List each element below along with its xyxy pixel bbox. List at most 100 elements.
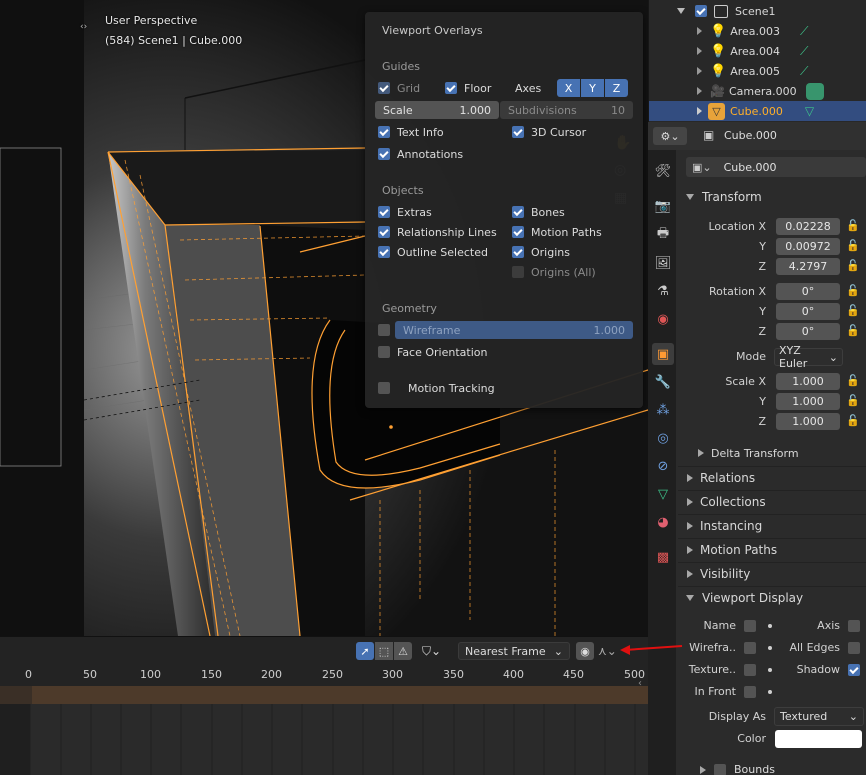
collapse-arrows-icon[interactable]: ‹›: [80, 22, 87, 32]
motion-paths-checkbox[interactable]: [512, 226, 524, 238]
render-tab-icon[interactable]: 📷: [652, 195, 674, 217]
viewport-display-panel-header[interactable]: Viewport Display: [678, 586, 866, 608]
axis-x-button[interactable]: X: [557, 79, 580, 97]
lock-icon[interactable]: 🔓: [846, 394, 860, 407]
light-data-icon[interactable]: ⟋: [800, 24, 808, 39]
keyframe-dot-icon[interactable]: [768, 668, 772, 672]
rotation-z-field[interactable]: 0°: [776, 323, 840, 340]
grid-toggle[interactable]: Grid: [378, 79, 420, 97]
outline-selected-checkbox[interactable]: [378, 246, 390, 258]
annotations-checkbox[interactable]: [378, 148, 390, 160]
lock-icon[interactable]: 🔓: [846, 239, 860, 252]
modifier-tab-icon[interactable]: 🔧: [652, 371, 674, 393]
texture-space-checkbox[interactable]: [744, 664, 756, 676]
particles-tab-icon[interactable]: ⁂: [652, 399, 674, 421]
color-swatch[interactable]: [775, 730, 862, 748]
rotation-y-field[interactable]: 0°: [776, 303, 840, 320]
bounds-checkbox[interactable]: [714, 763, 726, 775]
motion-paths-panel-header[interactable]: Motion Paths: [678, 538, 866, 560]
location-y-field[interactable]: 0.00972: [776, 238, 840, 255]
data-tab-icon[interactable]: ▽: [652, 483, 674, 505]
origins-checkbox[interactable]: [512, 246, 524, 258]
location-x-field[interactable]: 0.02228: [776, 218, 840, 235]
floor-toggle[interactable]: Floor: [445, 79, 491, 97]
scale-field[interactable]: Scale 1.000: [375, 101, 499, 119]
outliner-item-camera000[interactable]: 🎥 Camera.000: [649, 81, 866, 101]
outliner-item-cube000[interactable]: ▽ Cube.000 ▽: [649, 101, 866, 121]
scene-tab-icon[interactable]: ⚗: [652, 280, 674, 302]
outliner-item-area003[interactable]: 💡 Area.003 ⟋: [649, 21, 866, 41]
outliner-item-area005[interactable]: 💡 Area.005 ⟋: [649, 61, 866, 81]
view-layer-tab-icon[interactable]: 🖼: [652, 252, 674, 274]
name-display-checkbox[interactable]: [744, 620, 756, 632]
tool-tab-icon[interactable]: 🛠: [652, 160, 674, 182]
face-orientation-toggle[interactable]: Face Orientation: [378, 343, 487, 361]
wireframe-checkbox[interactable]: [378, 324, 390, 336]
face-orientation-checkbox[interactable]: [378, 346, 390, 358]
delta-transform-header[interactable]: Delta Transform: [690, 442, 866, 464]
object-type-icon[interactable]: ▣⌄: [692, 161, 712, 174]
location-z-field[interactable]: 4.2797: [776, 258, 840, 275]
select-cursor-icon[interactable]: ➚: [356, 642, 374, 660]
display-as-select[interactable]: Textured ⌄: [774, 707, 864, 726]
origins-all-toggle[interactable]: Origins (All): [512, 263, 596, 281]
annotations-toggle[interactable]: Annotations: [378, 145, 463, 163]
lock-icon[interactable]: 🔓: [846, 374, 860, 387]
bones-toggle[interactable]: Bones: [512, 203, 565, 221]
motion-tracking-toggle[interactable]: Motion Tracking: [378, 379, 495, 397]
scale-y-field[interactable]: 1.000: [776, 393, 840, 410]
object-tab-icon[interactable]: ▣: [652, 343, 674, 365]
timeline-body[interactable]: [0, 704, 648, 775]
lock-icon[interactable]: 🔓: [846, 259, 860, 272]
collections-panel-header[interactable]: Collections: [678, 490, 866, 512]
world-tab-icon[interactable]: ◉: [652, 308, 674, 330]
relationship-lines-toggle[interactable]: Relationship Lines: [378, 223, 497, 241]
lock-icon[interactable]: 🔓: [846, 284, 860, 297]
constraints-tab-icon[interactable]: ⊘: [652, 455, 674, 477]
shadow-checkbox[interactable]: [848, 664, 860, 676]
wireframe-display-checkbox[interactable]: [744, 642, 756, 654]
visibility-panel-header[interactable]: Visibility: [678, 562, 866, 584]
all-edges-checkbox[interactable]: [848, 642, 860, 654]
expand-arrow-icon[interactable]: [677, 8, 685, 14]
proportional-edit-icon[interactable]: ◉: [576, 642, 594, 660]
axis-y-button[interactable]: Y: [581, 79, 604, 97]
mesh-data-icon[interactable]: ▽: [805, 104, 814, 118]
relationship-lines-checkbox[interactable]: [378, 226, 390, 238]
camera-data-icon[interactable]: [805, 82, 824, 100]
wireframe-slider[interactable]: Wireframe 1.000: [395, 321, 633, 339]
rotation-mode-select[interactable]: XYZ Euler ⌄: [774, 344, 843, 370]
filter-icon[interactable]: ⛉⌄: [422, 642, 454, 660]
grid-checkbox[interactable]: [378, 82, 390, 94]
axis-display-checkbox[interactable]: [848, 620, 860, 632]
text-info-toggle[interactable]: Text Info: [378, 123, 444, 141]
origins-all-checkbox[interactable]: [512, 266, 524, 278]
expand-arrow-icon[interactable]: [697, 47, 702, 55]
text-info-checkbox[interactable]: [378, 126, 390, 138]
outliner-item-scene1[interactable]: Scene1: [649, 1, 866, 21]
outline-selected-toggle[interactable]: Outline Selected: [378, 243, 488, 261]
scene-checkbox[interactable]: [695, 5, 707, 17]
snap-mode-select[interactable]: Nearest Frame ⌄: [458, 642, 570, 660]
keyframe-dot-icon[interactable]: [768, 624, 772, 628]
axis-z-button[interactable]: Z: [605, 79, 628, 97]
relations-panel-header[interactable]: Relations: [678, 466, 866, 488]
subdivisions-field[interactable]: Subdivisions 10: [500, 101, 633, 119]
keyframe-dot-icon[interactable]: [768, 646, 772, 650]
warning-icon[interactable]: ⚠: [394, 642, 412, 660]
lock-icon[interactable]: 🔓: [846, 324, 860, 337]
light-data-icon[interactable]: ⟋: [800, 44, 808, 59]
extras-checkbox[interactable]: [378, 206, 390, 218]
transform-panel-header[interactable]: Transform: [678, 186, 866, 208]
object-name-field[interactable]: ▣⌄ Cube.000: [686, 157, 866, 177]
lock-icon[interactable]: 🔓: [846, 219, 860, 232]
scale-x-field[interactable]: 1.000: [776, 373, 840, 390]
lock-icon[interactable]: 🔓: [846, 304, 860, 317]
expand-arrow-icon[interactable]: [697, 27, 702, 35]
3d-cursor-checkbox[interactable]: [512, 126, 524, 138]
motion-tracking-checkbox[interactable]: [378, 382, 390, 394]
material-tab-icon[interactable]: ◕: [652, 511, 674, 533]
motion-paths-toggle[interactable]: Motion Paths: [512, 223, 602, 241]
expand-arrow-icon[interactable]: [697, 67, 702, 75]
timeline-ruler[interactable]: 0 50 100 150 200 250 300 350 400 450 500…: [0, 664, 648, 689]
